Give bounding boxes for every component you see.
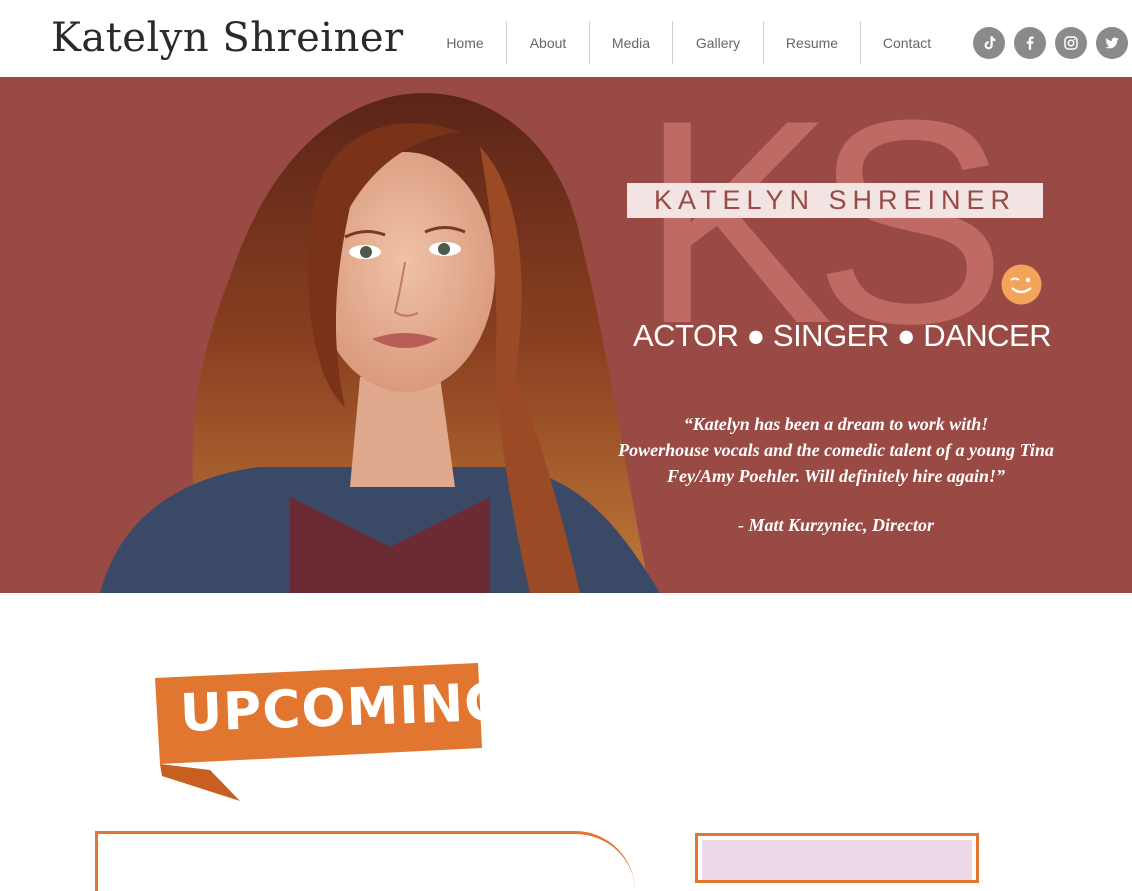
portrait-photo — [100, 93, 660, 593]
nav-about[interactable]: About — [506, 21, 589, 64]
wink-emoji-icon — [1001, 264, 1042, 305]
nav-home[interactable]: Home — [424, 21, 506, 64]
main-nav: Home About Media Gallery Resume Contact — [424, 21, 953, 64]
quote-line: “Katelyn has been a dream to work with! — [683, 414, 989, 434]
testimonial-quote: “Katelyn has been a dream to work with! … — [596, 411, 1076, 489]
upcoming-card-left — [95, 831, 635, 891]
instagram-icon[interactable] — [1055, 27, 1087, 59]
twitter-icon[interactable] — [1096, 27, 1128, 59]
upcoming-label: UPCOMING — [178, 672, 509, 744]
site-title[interactable]: Katelyn Shreiner — [51, 18, 404, 58]
name-banner-text: KATELYN SHREINER — [653, 185, 1017, 215]
nav-gallery[interactable]: Gallery — [672, 21, 763, 64]
tiktok-icon[interactable] — [973, 27, 1005, 59]
nav-contact[interactable]: Contact — [860, 21, 953, 64]
tagline: ACTOR ● SINGER ● DANCER — [633, 318, 1052, 353]
upcoming-ribbon: UPCOMING — [150, 660, 509, 805]
site-header: Katelyn Shreiner Home About Media Galler… — [0, 0, 1132, 77]
nav-media[interactable]: Media — [589, 21, 672, 64]
quote-line: Fey/Amy Poehler. Will definitely hire ag… — [667, 466, 1005, 486]
facebook-icon[interactable] — [1014, 27, 1046, 59]
hero-banner: KS KATELYN SHREINER ACTOR ● SINGER ● DAN… — [0, 77, 1132, 593]
quote-author: - Matt Kurzyniec, Director — [738, 515, 934, 535]
upcoming-card-right-image — [702, 840, 972, 880]
social-links — [973, 27, 1128, 59]
name-banner: KATELYN SHREINER — [627, 183, 1043, 218]
quote-line: Powerhouse vocals and the comedic talent… — [618, 440, 1054, 460]
nav-resume[interactable]: Resume — [763, 21, 860, 64]
